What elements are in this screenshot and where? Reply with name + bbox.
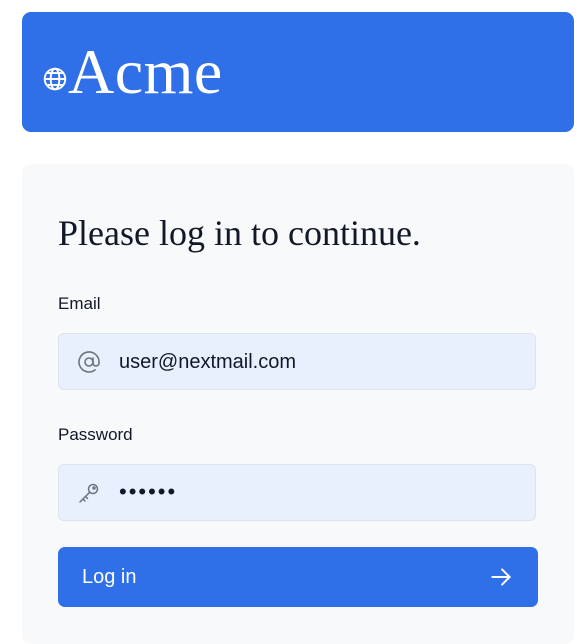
brand-header: Acme: [22, 12, 574, 132]
brand-name: Acme: [68, 36, 223, 107]
password-field[interactable]: ••••••: [58, 464, 536, 521]
email-label: Email: [58, 294, 101, 313]
page-title: Please log in to continue.: [58, 213, 421, 253]
arrow-right-icon: [491, 568, 511, 586]
email-field[interactable]: user@nextmail.com: [58, 333, 536, 390]
login-button-label: Log in: [82, 566, 137, 588]
login-form: Please log in to continue. Email user@ne…: [22, 164, 574, 644]
globe-icon: [43, 67, 67, 91]
login-button[interactable]: Log in: [58, 547, 538, 607]
key-icon: [79, 483, 99, 503]
password-label: Password: [58, 425, 133, 444]
email-value: user@nextmail.com: [119, 351, 297, 373]
at-sign-icon: [78, 351, 100, 373]
password-value: ••••••: [119, 479, 178, 504]
